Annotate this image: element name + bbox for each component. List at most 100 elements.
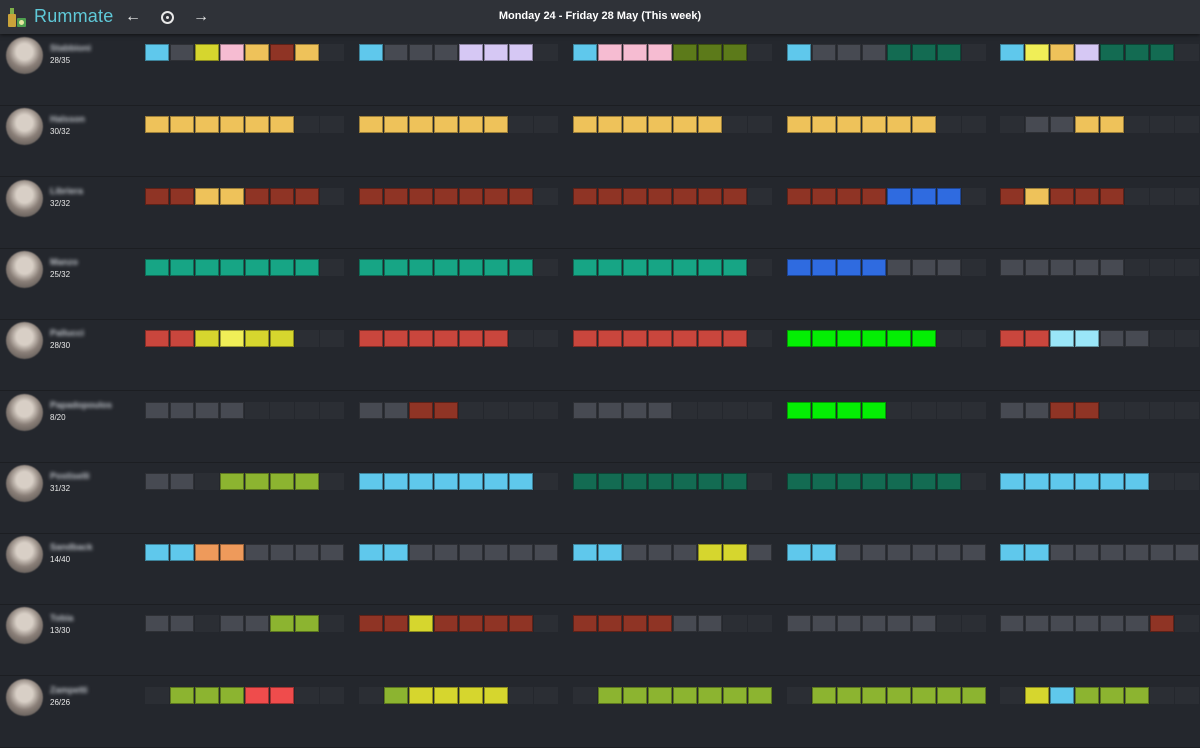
schedule-slot[interactable] [195, 44, 219, 61]
schedule-slot[interactable] [723, 544, 747, 562]
schedule-slot[interactable] [434, 44, 458, 61]
schedule-slot[interactable] [145, 544, 169, 562]
avatar[interactable] [6, 322, 43, 360]
schedule-slot[interactable] [1125, 401, 1149, 419]
schedule-slot[interactable] [145, 615, 169, 633]
schedule-slot[interactable] [912, 544, 936, 562]
schedule-slot[interactable] [648, 258, 672, 276]
schedule-slot[interactable] [434, 258, 458, 276]
schedule-slot[interactable] [320, 44, 344, 61]
schedule-slot[interactable] [245, 258, 269, 276]
person-name[interactable]: Tobia [50, 613, 73, 623]
schedule-slot[interactable] [723, 615, 747, 633]
schedule-slot[interactable] [195, 686, 219, 704]
schedule-slot[interactable] [598, 187, 622, 205]
schedule-slot[interactable] [837, 44, 861, 61]
schedule-slot[interactable] [837, 544, 861, 562]
schedule-slot[interactable] [170, 401, 194, 419]
schedule-slot[interactable] [887, 472, 911, 490]
schedule-slot[interactable] [887, 686, 911, 704]
schedule-slot[interactable] [1100, 615, 1124, 633]
schedule-slot[interactable] [937, 472, 961, 490]
schedule-slot[interactable] [573, 544, 597, 562]
schedule-slot[interactable] [534, 401, 558, 419]
schedule-slot[interactable] [673, 544, 697, 562]
schedule-slot[interactable] [962, 44, 986, 61]
schedule-slot[interactable] [320, 116, 344, 134]
schedule-slot[interactable] [623, 258, 647, 276]
schedule-slot[interactable] [270, 615, 294, 633]
schedule-slot[interactable] [937, 686, 961, 704]
schedule-slot[interactable] [787, 472, 811, 490]
schedule-slot[interactable] [1000, 401, 1024, 419]
schedule-slot[interactable] [598, 686, 622, 704]
schedule-slot[interactable] [484, 258, 508, 276]
schedule-slot[interactable] [1100, 544, 1124, 562]
schedule-slot[interactable] [912, 472, 936, 490]
schedule-slot[interactable] [409, 258, 433, 276]
schedule-slot[interactable] [1125, 686, 1149, 704]
schedule-slot[interactable] [195, 544, 219, 562]
schedule-slot[interactable] [1125, 330, 1149, 348]
schedule-slot[interactable] [409, 187, 433, 205]
schedule-slot[interactable] [862, 330, 886, 348]
schedule-slot[interactable] [409, 44, 433, 61]
schedule-slot[interactable] [384, 187, 408, 205]
schedule-slot[interactable] [359, 116, 383, 134]
schedule-slot[interactable] [170, 544, 194, 562]
schedule-slot[interactable] [1075, 330, 1099, 348]
schedule-slot[interactable] [534, 686, 558, 704]
schedule-slot[interactable] [648, 401, 672, 419]
schedule-slot[interactable] [359, 401, 383, 419]
schedule-slot[interactable] [812, 544, 836, 562]
schedule-slot[interactable] [459, 44, 483, 61]
schedule-slot[interactable] [1050, 116, 1074, 134]
schedule-slot[interactable] [384, 258, 408, 276]
schedule-slot[interactable] [170, 187, 194, 205]
schedule-slot[interactable] [1000, 472, 1024, 490]
schedule-slot[interactable] [812, 472, 836, 490]
schedule-slot[interactable] [534, 187, 558, 205]
schedule-slot[interactable] [598, 44, 622, 61]
schedule-slot[interactable] [534, 330, 558, 348]
schedule-slot[interactable] [1025, 258, 1049, 276]
schedule-slot[interactable] [459, 330, 483, 348]
schedule-slot[interactable] [812, 44, 836, 61]
schedule-slot[interactable] [748, 615, 772, 633]
schedule-slot[interactable] [862, 116, 886, 134]
schedule-slot[interactable] [509, 472, 533, 490]
schedule-slot[interactable] [673, 187, 697, 205]
schedule-slot[interactable] [295, 116, 319, 134]
person-name[interactable]: Papadopoulos [50, 400, 112, 410]
schedule-slot[interactable] [673, 44, 697, 61]
schedule-slot[interactable] [484, 686, 508, 704]
schedule-slot[interactable] [837, 401, 861, 419]
schedule-slot[interactable] [145, 330, 169, 348]
schedule-slot[interactable] [937, 44, 961, 61]
schedule-slot[interactable] [245, 116, 269, 134]
schedule-slot[interactable] [384, 686, 408, 704]
schedule-slot[interactable] [170, 615, 194, 633]
schedule-slot[interactable] [837, 258, 861, 276]
schedule-slot[interactable] [1175, 544, 1199, 562]
schedule-slot[interactable] [912, 401, 936, 419]
schedule-slot[interactable] [648, 116, 672, 134]
schedule-slot[interactable] [787, 258, 811, 276]
schedule-slot[interactable] [937, 544, 961, 562]
schedule-slot[interactable] [145, 686, 169, 704]
schedule-slot[interactable] [220, 401, 244, 419]
schedule-slot[interactable] [295, 472, 319, 490]
schedule-slot[interactable] [698, 187, 722, 205]
schedule-slot[interactable] [862, 401, 886, 419]
schedule-slot[interactable] [673, 330, 697, 348]
schedule-slot[interactable] [170, 258, 194, 276]
schedule-slot[interactable] [623, 686, 647, 704]
schedule-slot[interactable] [748, 401, 772, 419]
schedule-slot[interactable] [812, 330, 836, 348]
schedule-slot[interactable] [962, 330, 986, 348]
schedule-slot[interactable] [195, 401, 219, 419]
schedule-slot[interactable] [723, 258, 747, 276]
schedule-slot[interactable] [648, 187, 672, 205]
schedule-slot[interactable] [673, 116, 697, 134]
schedule-slot[interactable] [484, 472, 508, 490]
